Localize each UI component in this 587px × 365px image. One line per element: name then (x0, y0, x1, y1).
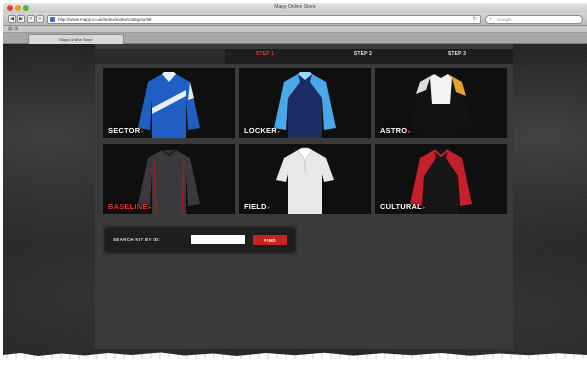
kit-label-field: FIELD▸ (244, 202, 271, 211)
step-2-title: STEP 2 (353, 51, 373, 57)
kit-label-baseline: BASELINE▸ (108, 202, 152, 211)
browser-search-field[interactable]: ⌕ Google (485, 15, 583, 24)
kit-grid: SECTOR▸ LOCKER▸ ASTRO▸ BASELINE▸ FIELD▸ … (103, 68, 507, 238)
step-2[interactable]: STEP 2 (343, 51, 383, 57)
site-favicon-icon (50, 17, 55, 22)
search-placeholder: Google (497, 17, 512, 22)
page-viewport: STEP 1 STEP 2 STEP 3 SECTOR▸ LOCKER▸ AST… (3, 44, 587, 359)
tab-bar: Mapy Online Store (3, 33, 587, 44)
steps-bar: STEP 1 STEP 2 STEP 3 (95, 49, 513, 64)
step-1-title: STEP 1 (255, 51, 275, 57)
kit-tile-locker[interactable]: LOCKER▸ (239, 68, 371, 138)
back-arrow-icon[interactable]: ◀ (8, 15, 16, 23)
stop-icon[interactable]: × (27, 15, 35, 23)
store-panel: STEP 1 STEP 2 STEP 3 SECTOR▸ LOCKER▸ AST… (95, 44, 513, 349)
kit-tile-cultural[interactable]: CULTURAL▸ (375, 144, 507, 214)
kit-label-locker: LOCKER▸ (244, 126, 281, 135)
step-1[interactable]: STEP 1 (245, 51, 285, 57)
kit-id-input[interactable] (191, 235, 245, 244)
window-title: Mapy Online Store (274, 4, 316, 10)
find-button[interactable]: FIND (253, 235, 287, 245)
reload-icon[interactable]: ↻ (473, 16, 477, 23)
torn-paper-edge (3, 352, 587, 359)
bookmarks-bar: ▤ ⊞ (3, 26, 587, 33)
kit-tile-sector[interactable]: SECTOR▸ (103, 68, 235, 138)
add-bookmark-icon[interactable]: + (36, 15, 44, 23)
step-strip: STEP 1 STEP 2 STEP 3 (225, 49, 513, 64)
kit-tile-astro[interactable]: ASTRO▸ (375, 68, 507, 138)
search-kit-label: SEARCH KIT BY ID: (113, 237, 161, 242)
kit-tile-baseline[interactable]: BASELINE▸ (103, 144, 235, 214)
kit-label-sector: SECTOR▸ (108, 126, 145, 135)
search-icon: ⌕ (489, 16, 492, 22)
forward-arrow-icon[interactable]: ▶ (17, 15, 25, 23)
url-text[interactable]: http://www.mapy.co.uk/index/index/catego… (58, 16, 151, 23)
kit-tile-field[interactable]: FIELD▸ (239, 144, 371, 214)
step-3-title: STEP 3 (447, 51, 467, 57)
shirt-black-white-gold-icon (410, 74, 472, 138)
kit-label-astro: ASTRO▸ (380, 126, 411, 135)
shirt-blue-icon (138, 72, 200, 138)
kit-search-panel: SEARCH KIT BY ID: FIND (105, 228, 295, 252)
tab-current[interactable]: Mapy Online Store (28, 34, 124, 44)
step-3[interactable]: STEP 3 (437, 51, 477, 57)
shirt-white-polo-icon (276, 147, 334, 214)
browser-window: Mapy Online Store ◀ ▶ × + http://www.map… (3, 3, 587, 359)
kit-label-cultural: CULTURAL▸ (380, 202, 426, 211)
title-bar: Mapy Online Store (3, 3, 587, 13)
bookmarks-icon[interactable]: ▤ ⊞ (8, 27, 18, 32)
browser-toolbar: ◀ ▶ × + http://www.mapy.co.uk/index/inde… (3, 13, 587, 26)
address-bar[interactable]: http://www.mapy.co.uk/index/index/catego… (47, 15, 481, 24)
